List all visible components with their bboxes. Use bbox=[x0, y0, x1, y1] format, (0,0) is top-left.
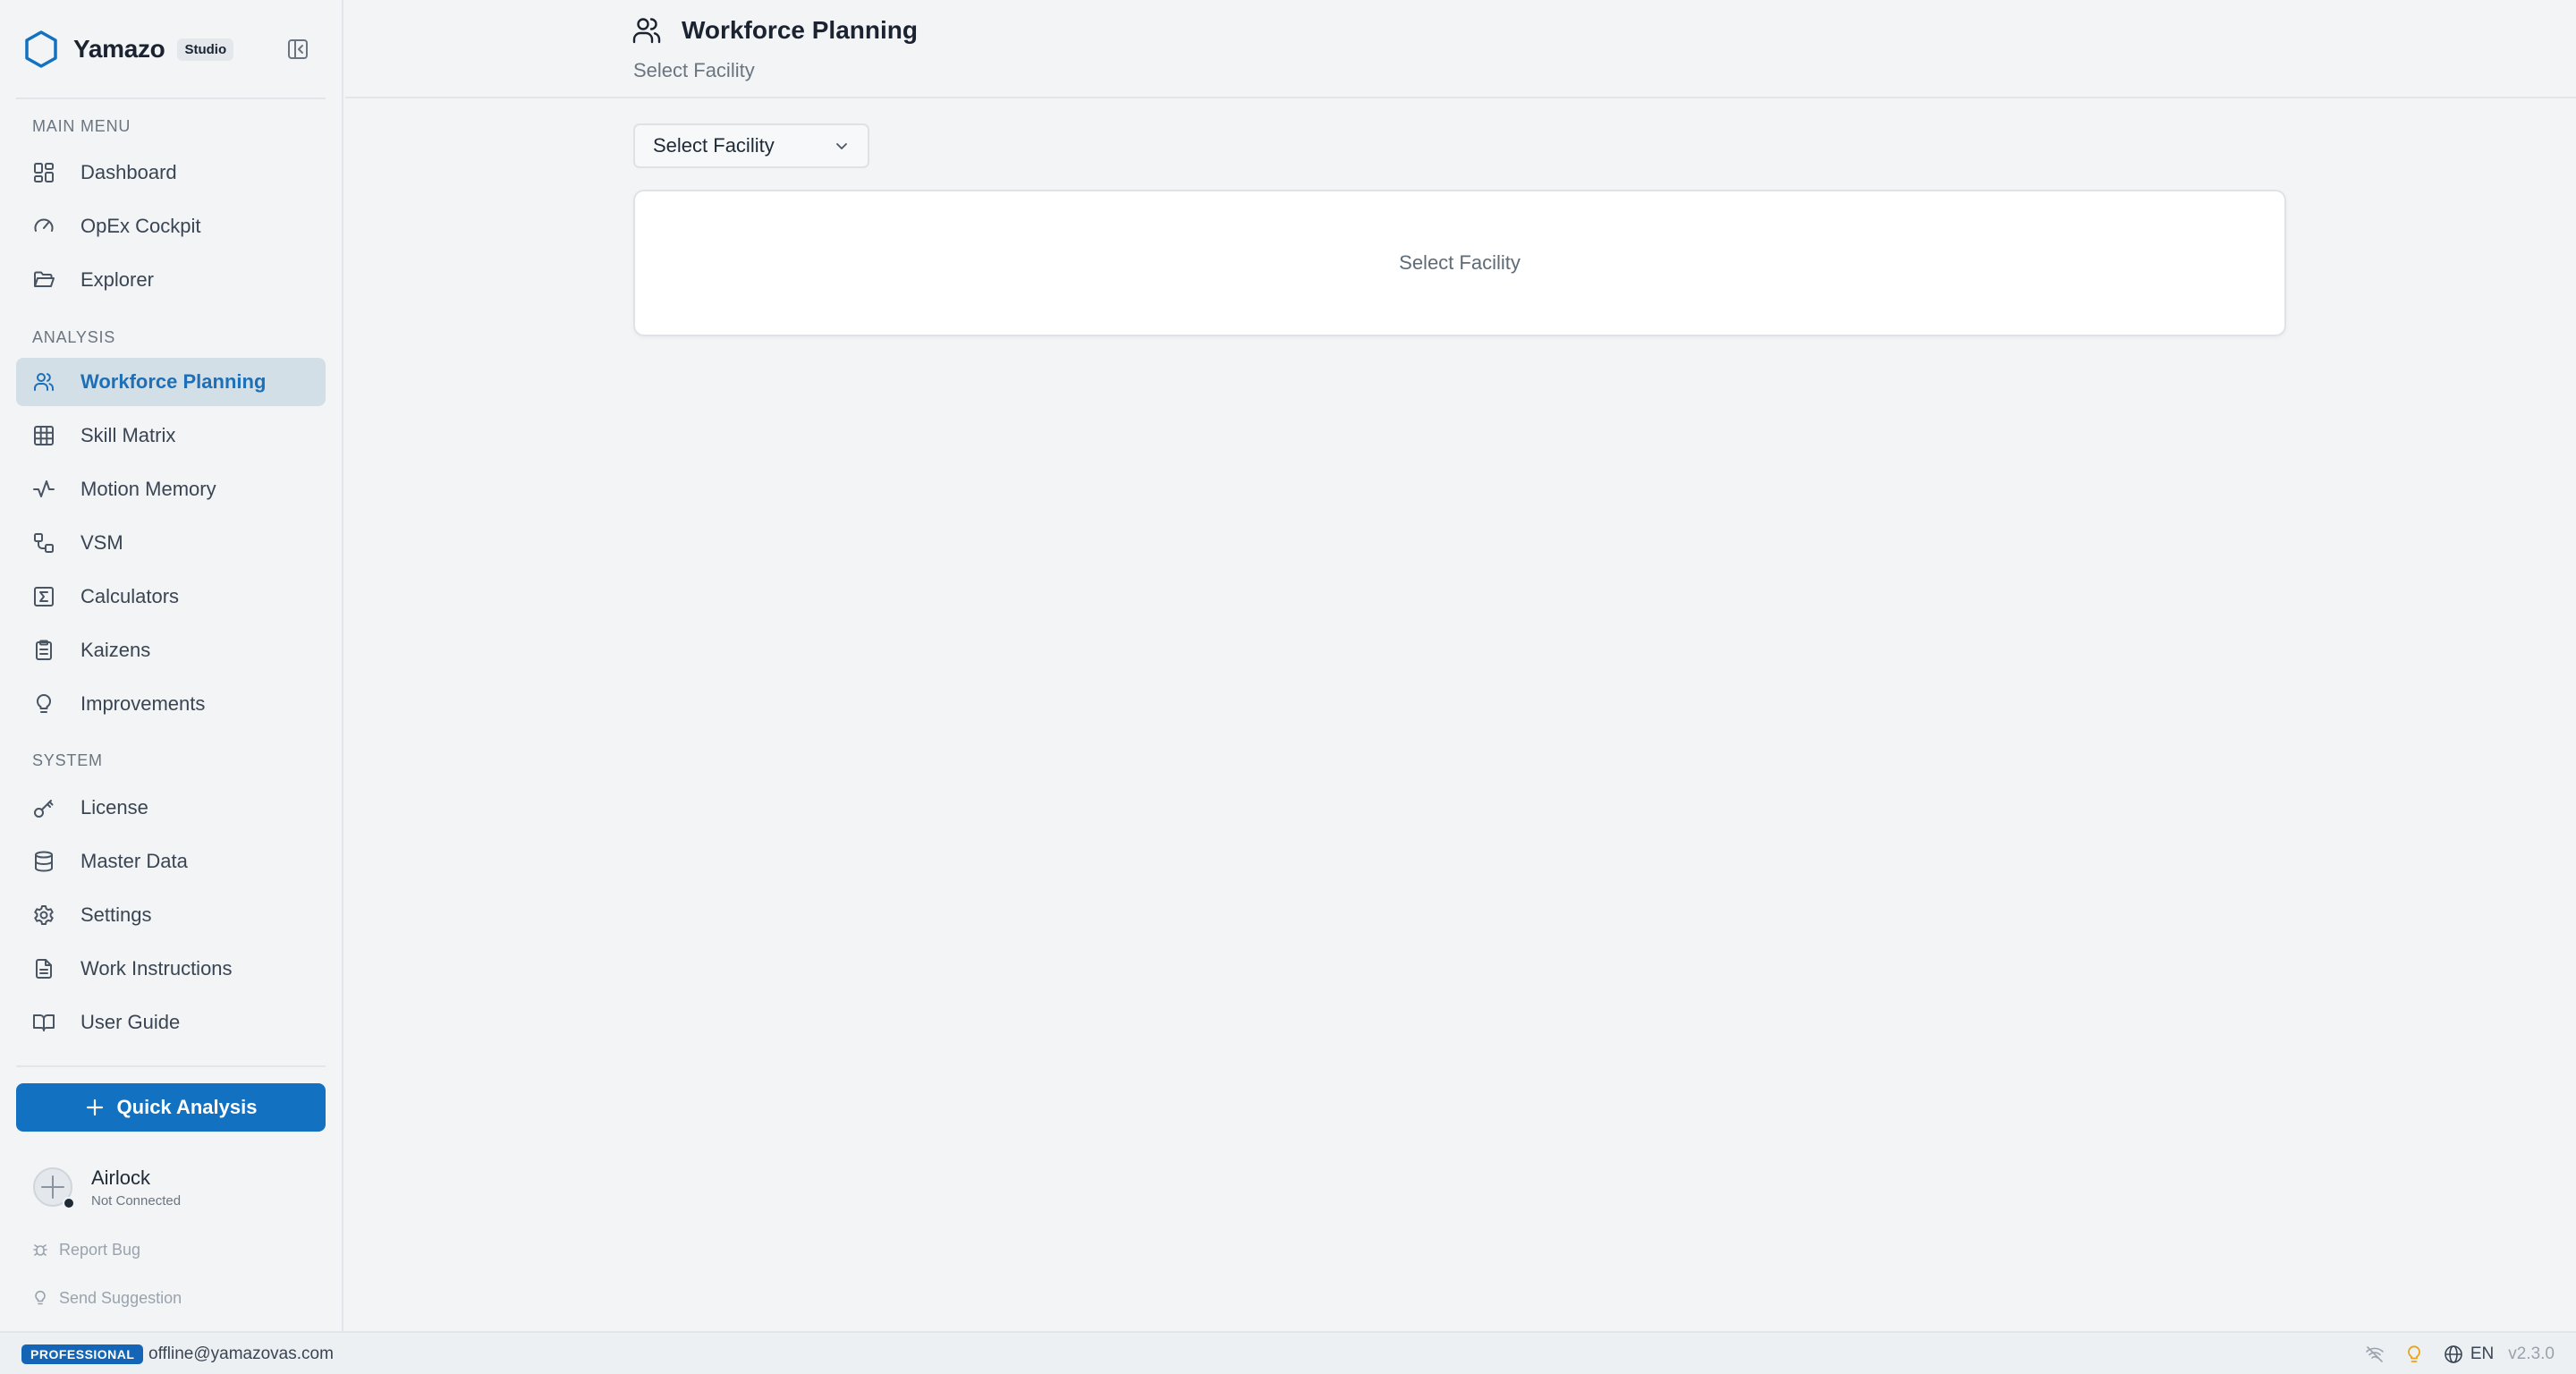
report-bug-label: Report Bug bbox=[59, 1240, 141, 1259]
section-label-analysis: ANALYSIS bbox=[32, 328, 116, 346]
sidebar-item-license[interactable]: License bbox=[16, 784, 326, 832]
airlock-status[interactable]: Airlock Not Connected bbox=[32, 1163, 318, 1211]
section-label-main: MAIN MENU bbox=[32, 117, 131, 135]
quick-analysis-label: Quick Analysis bbox=[116, 1096, 258, 1118]
section-label-system: SYSTEM bbox=[32, 751, 103, 769]
sidebar-item-label: Calculators bbox=[80, 585, 180, 607]
plus-icon bbox=[86, 1098, 103, 1116]
connection-status-dot bbox=[63, 1197, 75, 1209]
sidebar-item-label: Kaizens bbox=[80, 639, 151, 661]
sidebar-item-master-data[interactable]: Master Data bbox=[16, 837, 326, 886]
sidebar-item-dashboard[interactable]: Dashboard bbox=[16, 148, 326, 197]
sidebar-item-vsm[interactable]: VSM bbox=[16, 519, 326, 567]
send-suggestion-label: Send Suggestion bbox=[59, 1288, 182, 1307]
brand-badge: Studio bbox=[177, 38, 234, 61]
sidebar-item-opex-cockpit[interactable]: OpEx Cockpit bbox=[16, 202, 326, 250]
language-selector[interactable]: EN bbox=[2470, 1344, 2494, 1364]
hexagon-logo-icon bbox=[25, 30, 57, 68]
brand-name: Yamazo bbox=[73, 35, 165, 63]
airlock-connection-status: Not Connected bbox=[91, 1192, 182, 1209]
brand[interactable]: Yamazo Studio bbox=[23, 29, 234, 70]
globe-icon[interactable] bbox=[2444, 1344, 2463, 1364]
dashboard-icon bbox=[34, 163, 54, 182]
sidebar-item-calculators[interactable]: Calculators bbox=[16, 572, 326, 621]
gauge-icon bbox=[34, 218, 54, 232]
license-tier-badge: PROFESSIONAL bbox=[21, 1344, 144, 1364]
sidebar-item-label: Improvements bbox=[80, 692, 206, 715]
report-bug-link[interactable]: Report Bug bbox=[32, 1238, 140, 1261]
sidebar: Yamazo Studio MAIN MENU Dashboard OpEx C… bbox=[0, 0, 343, 1331]
chevron-down-icon bbox=[836, 143, 847, 149]
activity-icon bbox=[33, 480, 55, 497]
sidebar-item-label: User Guide bbox=[80, 1011, 181, 1033]
sidebar-item-label: Work Instructions bbox=[80, 957, 233, 980]
database-icon bbox=[35, 851, 53, 872]
sidebar-item-label: Dashboard bbox=[80, 161, 177, 183]
sidebar-item-settings[interactable]: Settings bbox=[16, 891, 326, 939]
empty-state-message: Select Facility bbox=[1399, 251, 1521, 274]
quick-analysis-button[interactable]: Quick Analysis bbox=[16, 1083, 326, 1132]
airlock-avatar bbox=[32, 1166, 75, 1209]
clipboard-icon bbox=[36, 640, 52, 660]
page-title: Workforce Planning bbox=[682, 16, 918, 44]
sidebar-item-improvements[interactable]: Improvements bbox=[16, 680, 326, 728]
app-version: v2.3.0 bbox=[2508, 1344, 2555, 1363]
sidebar-item-label: Master Data bbox=[80, 850, 188, 872]
sidebar-item-label: Settings bbox=[80, 903, 152, 926]
facility-select-value: Select Facility bbox=[653, 134, 775, 157]
grid-icon bbox=[34, 426, 54, 445]
sidebar-item-user-guide[interactable]: User Guide bbox=[16, 998, 326, 1047]
workflow-icon bbox=[34, 533, 54, 553]
sidebar-item-work-instructions[interactable]: Work Instructions bbox=[16, 945, 326, 993]
book-open-icon bbox=[33, 1014, 55, 1031]
sigma-icon bbox=[34, 587, 54, 606]
lightbulb-icon[interactable] bbox=[2404, 1344, 2424, 1364]
sidebar-item-workforce-planning[interactable]: Workforce Planning bbox=[16, 358, 326, 406]
page-subtitle: Select Facility bbox=[633, 59, 755, 81]
bug-icon bbox=[33, 1244, 47, 1256]
sidebar-item-label: License bbox=[80, 796, 148, 818]
sidebar-item-label: Explorer bbox=[80, 268, 154, 291]
gear-icon bbox=[34, 905, 54, 925]
sidebar-divider bbox=[16, 1065, 326, 1067]
file-text-icon bbox=[36, 959, 52, 979]
status-bar: PROFESSIONAL offline@yamazovas.com EN v2… bbox=[0, 1331, 2576, 1374]
sidebar-divider bbox=[16, 98, 326, 99]
user-email: offline@yamazovas.com bbox=[148, 1344, 334, 1363]
send-suggestion-link[interactable]: Send Suggestion bbox=[32, 1286, 182, 1310]
lightbulb-icon bbox=[35, 1290, 46, 1305]
sidebar-item-label: Workforce Planning bbox=[80, 370, 267, 393]
users-icon bbox=[632, 18, 661, 44]
sidebar-item-label: VSM bbox=[80, 531, 123, 554]
sidebar-item-motion-memory[interactable]: Motion Memory bbox=[16, 465, 326, 513]
sidebar-item-label: Motion Memory bbox=[80, 478, 216, 500]
page-header: Workforce Planning Select Facility bbox=[345, 0, 2576, 98]
lightbulb-icon bbox=[37, 694, 51, 713]
facility-empty-state-card: Select Facility bbox=[633, 190, 2286, 336]
sidebar-item-skill-matrix[interactable]: Skill Matrix bbox=[16, 411, 326, 460]
key-icon bbox=[34, 800, 54, 818]
sidebar-item-kaizens[interactable]: Kaizens bbox=[16, 626, 326, 674]
airlock-title: Airlock bbox=[91, 1166, 151, 1189]
sidebar-item-label: OpEx Cockpit bbox=[80, 215, 201, 237]
wifi-off-icon[interactable] bbox=[2365, 1344, 2385, 1364]
facility-select[interactable]: Select Facility bbox=[633, 123, 869, 168]
folder-open-icon bbox=[34, 271, 55, 287]
users-icon bbox=[34, 373, 55, 391]
sidebar-item-explorer[interactable]: Explorer bbox=[16, 256, 326, 304]
sidebar-item-label: Skill Matrix bbox=[80, 424, 176, 446]
sidebar-collapse-icon[interactable] bbox=[286, 38, 309, 61]
